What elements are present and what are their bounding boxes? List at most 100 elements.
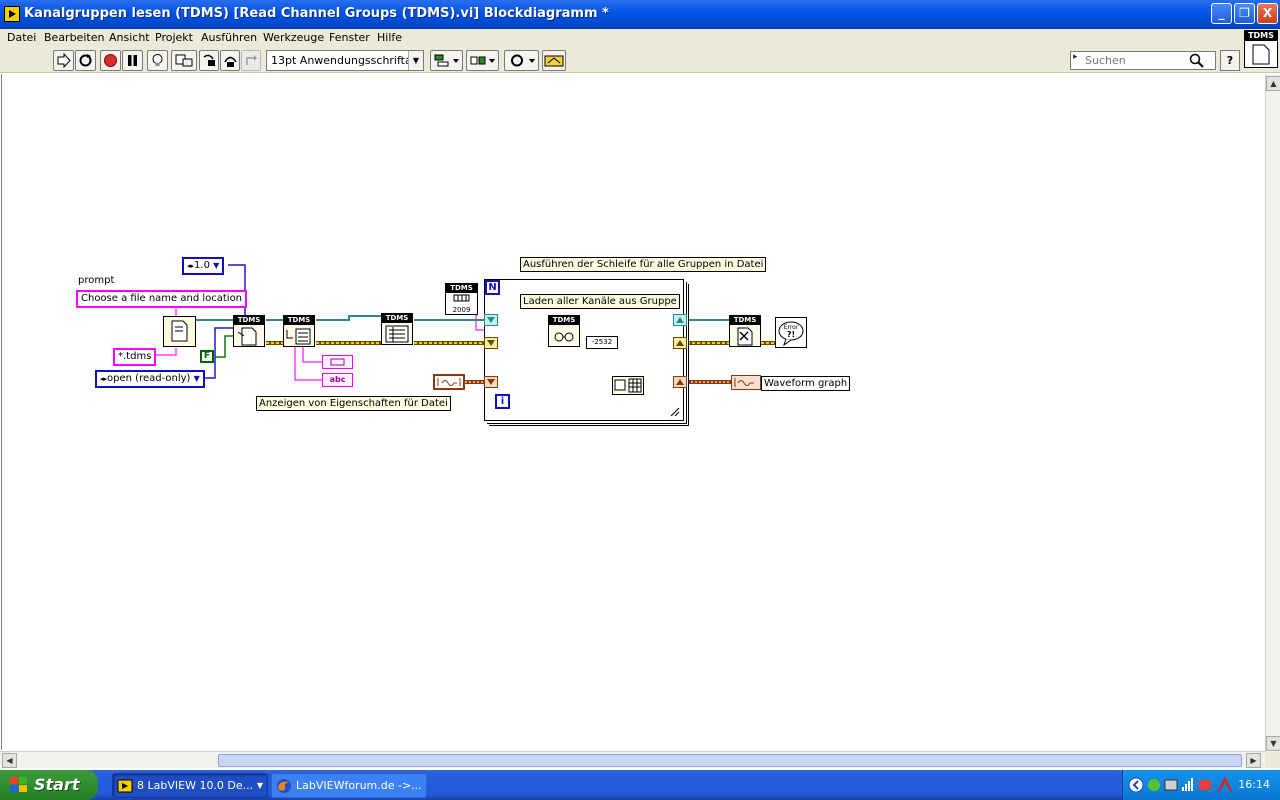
tdms-read-vi[interactable]: TDMS bbox=[548, 315, 580, 347]
tdms-close-vi[interactable]: TDMS bbox=[729, 315, 761, 347]
retain-wire-values-button[interactable] bbox=[171, 50, 197, 71]
taskbar-item-firefox[interactable]: LabVIEWforum.de ->... bbox=[271, 773, 427, 798]
step-over-icon bbox=[223, 56, 237, 67]
run-continuously-icon bbox=[79, 54, 92, 67]
error-handler-symbol: ?! bbox=[787, 330, 795, 339]
run-button[interactable] bbox=[53, 50, 74, 71]
menu-bearbeiten[interactable]: Bearbeiten bbox=[44, 31, 104, 44]
close-button[interactable]: X bbox=[1257, 3, 1278, 24]
scroll-down-icon[interactable]: ▼ bbox=[1266, 736, 1280, 751]
scroll-left-icon[interactable]: ◀ bbox=[2, 753, 17, 768]
stop-icon bbox=[104, 54, 117, 67]
error-handler-vi[interactable]: Error?! bbox=[775, 317, 807, 348]
scroll-right-icon[interactable]: ▶ bbox=[1246, 753, 1261, 768]
start-button[interactable]: Start bbox=[0, 770, 98, 800]
build-array-node[interactable] bbox=[612, 376, 644, 395]
pause-button[interactable] bbox=[122, 50, 143, 71]
distribute-objects-button[interactable] bbox=[466, 50, 499, 71]
abort-button[interactable] bbox=[100, 50, 121, 71]
shift-down-icon bbox=[487, 317, 495, 323]
shift-up-icon bbox=[676, 379, 684, 385]
error-shift-register-right[interactable] bbox=[673, 337, 687, 349]
search-input[interactable] bbox=[1085, 53, 1195, 68]
prompt-string-constant[interactable]: Choose a file name and location bbox=[76, 290, 248, 308]
align-objects-button[interactable] bbox=[430, 50, 463, 71]
search-icon[interactable] bbox=[1189, 53, 1205, 69]
vi-icon: TDMS bbox=[1244, 30, 1278, 68]
tray-acrobat-icon bbox=[1217, 776, 1233, 792]
waveform-shift-register-right[interactable] bbox=[673, 376, 687, 388]
step-out-button[interactable] bbox=[241, 50, 261, 71]
boolean-constant[interactable]: F bbox=[200, 350, 214, 363]
vertical-scrollbar[interactable]: ▲ ▼ bbox=[1265, 74, 1280, 752]
tdms-version-grid-icon bbox=[453, 294, 470, 302]
menu-ansicht[interactable]: Ansicht bbox=[109, 31, 150, 44]
property-names-indicator[interactable]: abc bbox=[322, 373, 353, 387]
operation-enum-arrows-icon: ◂▸ bbox=[100, 375, 108, 383]
tdms-open-vi[interactable]: TDMS bbox=[233, 315, 265, 347]
horizontal-scroll-thumb[interactable] bbox=[218, 754, 1242, 767]
minimize-button[interactable]: _ bbox=[1211, 3, 1232, 24]
menu-fenster[interactable]: Fenster bbox=[329, 31, 370, 44]
run-continuously-button[interactable] bbox=[75, 50, 96, 71]
refnum-shift-register-right[interactable] bbox=[673, 314, 687, 326]
menu-hilfe[interactable]: Hilfe bbox=[377, 31, 402, 44]
properties-comment: Anzeigen von Eigenschaften für Datei bbox=[256, 396, 451, 411]
document-icon bbox=[1252, 44, 1270, 65]
tdms-read-header: TDMS bbox=[549, 316, 579, 325]
file-dialog-node[interactable] bbox=[163, 316, 196, 347]
property-value-indicator[interactable] bbox=[322, 355, 353, 369]
system-tray: 16:14 bbox=[1122, 770, 1280, 800]
firefox-icon bbox=[277, 779, 291, 793]
chevron-down-icon: ▼ bbox=[256, 781, 263, 790]
waveform-constant[interactable] bbox=[433, 374, 465, 390]
labview-app-icon[interactable] bbox=[4, 6, 20, 22]
waveform-graph-label: Waveform graph bbox=[761, 376, 851, 391]
chevron-down-icon: ▼ bbox=[193, 374, 200, 383]
font-selector[interactable]: 13pt Anwendungsschriftart ▼ bbox=[266, 50, 424, 71]
loop-iteration-terminal[interactable]: i bbox=[495, 394, 510, 409]
tray-network-icon bbox=[1148, 779, 1160, 791]
version-enum[interactable]: ◂▸1.0 ▼ bbox=[182, 257, 225, 275]
search-box[interactable]: ▸ bbox=[1070, 51, 1216, 70]
loop-count-terminal[interactable]: N bbox=[485, 280, 500, 295]
pattern-string-constant[interactable]: *.tdms bbox=[113, 348, 157, 366]
tdms-close-header: TDMS bbox=[730, 316, 760, 325]
shift-down-icon bbox=[487, 379, 495, 385]
tray-icons bbox=[1128, 776, 1233, 793]
step-into-icon bbox=[203, 54, 215, 66]
operation-enum[interactable]: ◂▸open (read-only) ▼ bbox=[95, 370, 205, 388]
menu-werkzeuge[interactable]: Werkzeuge bbox=[263, 31, 324, 44]
horizontal-scrollbar[interactable]: ◀ ▶ bbox=[0, 751, 1265, 768]
step-into-button[interactable] bbox=[199, 50, 219, 71]
menu-ausfuehren[interactable]: Ausführen bbox=[201, 31, 257, 44]
toolbar: 13pt Anwendungsschriftart ▼ ▸ ? bbox=[0, 47, 1280, 73]
menu-projekt[interactable]: Projekt bbox=[155, 31, 193, 44]
font-selector-label: 13pt Anwendungsschriftart bbox=[271, 54, 421, 67]
error-shift-register-left[interactable] bbox=[484, 337, 498, 349]
step-over-button[interactable] bbox=[220, 50, 240, 71]
refnum-shift-register-left[interactable] bbox=[484, 314, 498, 326]
highlight-execution-button[interactable] bbox=[147, 50, 168, 71]
waveform-shift-register-left[interactable] bbox=[484, 376, 498, 388]
tdms-get-properties-vi[interactable]: TDMS bbox=[283, 315, 315, 347]
title-bar: Kanalgruppen lesen (TDMS) [Read Channel … bbox=[0, 0, 1280, 29]
tray-arrow-icon bbox=[1128, 777, 1144, 793]
chevron-down-icon: ▼ bbox=[213, 261, 220, 270]
tdms-version-constant[interactable]: TDMS 2009 bbox=[445, 283, 478, 315]
search-arrow-icon: ▸ bbox=[1073, 52, 1078, 62]
waveform-graph-terminal[interactable] bbox=[731, 375, 761, 390]
menu-datei[interactable]: Datei bbox=[7, 31, 36, 44]
taskbar-item-labview[interactable]: 8 LabVIEW 10.0 De... ▼ bbox=[112, 773, 268, 798]
reorder-button[interactable] bbox=[504, 50, 539, 71]
scroll-up-icon[interactable]: ▲ bbox=[1266, 76, 1280, 91]
clean-up-diagram-button[interactable] bbox=[542, 50, 566, 71]
tdms-file-viewer-vi[interactable]: TDMS bbox=[381, 313, 413, 345]
maximize-button[interactable]: ❐ bbox=[1234, 3, 1255, 24]
chevron-down-icon: ▼ bbox=[408, 51, 423, 70]
context-help-button[interactable]: ? bbox=[1220, 50, 1240, 71]
distribute-icon bbox=[470, 56, 495, 65]
numeric-constant[interactable]: -2532 bbox=[586, 336, 618, 349]
error-bubble-icon: Error?! bbox=[778, 321, 804, 347]
version-enum-arrows-icon: ◂▸ bbox=[187, 262, 195, 270]
